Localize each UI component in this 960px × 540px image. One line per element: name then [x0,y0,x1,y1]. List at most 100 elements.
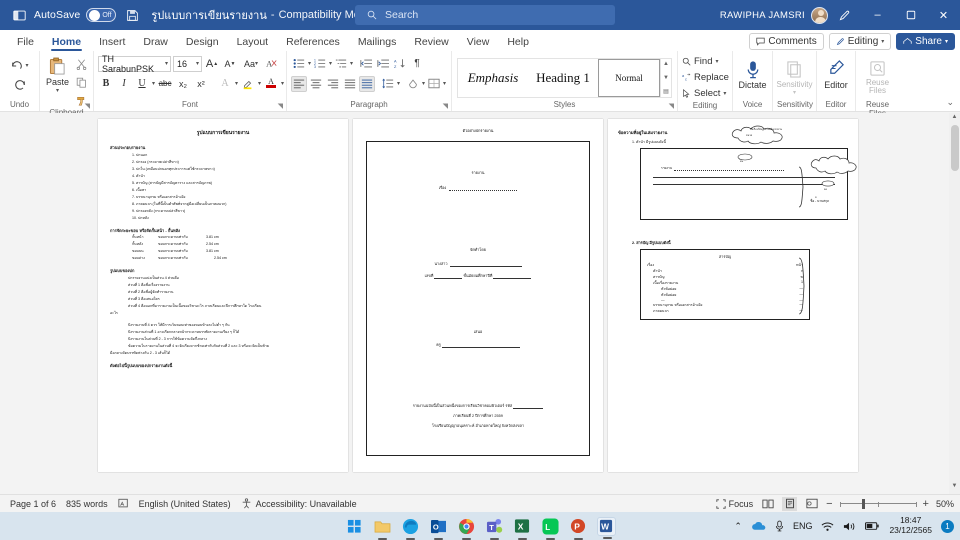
page-indicator[interactable]: Page 1 of 6 [10,499,56,509]
share-button[interactable]: Share ▾ [896,33,955,50]
microsoft-excel-icon[interactable]: X [513,517,532,540]
restore-button[interactable] [894,0,927,30]
chevron-down-icon[interactable]: ▾ [196,60,199,67]
minimize-button[interactable]: – [861,0,894,30]
zoom-in-button[interactable]: + [923,498,929,510]
zoom-slider[interactable] [839,498,917,510]
underline-button[interactable]: U [134,76,150,92]
font-name-combo[interactable]: TH SarabunPSK ▾ [98,54,171,74]
borders-button[interactable] [426,76,442,92]
show-formatting-marks-button[interactable]: ¶ [409,56,425,72]
start-button[interactable] [345,517,364,536]
redo-button[interactable] [13,75,27,92]
shading-button[interactable] [405,76,421,92]
chevron-down-icon[interactable]: ▾ [165,60,168,67]
tab-file[interactable]: File [8,34,43,51]
select-chevron-down-icon[interactable]: ▾ [723,90,726,97]
powerpoint-icon[interactable]: P [569,517,588,540]
tab-home[interactable]: Home [43,34,90,51]
line-spacing-button[interactable] [380,76,396,92]
highlight-chevron-down-icon[interactable]: ▾ [258,80,261,87]
change-case-button[interactable]: Aa ▾ [240,56,262,72]
styles-scroll[interactable]: ▲ ▼ ▤ [660,59,671,97]
multilevel-chevron-down-icon[interactable]: ▾ [350,60,353,67]
google-chrome-icon[interactable] [457,517,476,540]
web-layout-button[interactable] [804,497,819,511]
style-normal[interactable]: Normal [598,59,660,97]
document-page-3[interactable]: ข้อความที่อยู่ในเล่มรายงาน ชื่อเรื่องให้… [608,119,858,472]
subscript-button[interactable]: x₂ [175,76,191,92]
select-button[interactable]: Select ▾ [682,86,726,101]
microsoft-edge-icon[interactable] [401,517,420,540]
close-button[interactable]: ✕ [927,0,960,30]
multilevel-list-button[interactable] [333,56,349,72]
numbering-button[interactable]: 123 [312,56,328,72]
clipboard-dialog-launcher[interactable]: ◥ [85,102,90,110]
replace-button[interactable]: ac Replace [682,70,729,85]
italic-button[interactable]: I [116,76,132,92]
zoom-out-button[interactable]: − [826,498,832,510]
find-chevron-down-icon[interactable]: ▾ [715,58,718,65]
chevron-down-icon[interactable]: ▾ [56,87,59,94]
accessibility-indicator[interactable]: Accessibility: Unavailable [241,498,357,509]
tab-help[interactable]: Help [498,34,538,51]
styles-scroll-up-icon[interactable]: ▲ [663,61,669,67]
read-mode-button[interactable] [760,497,775,511]
tab-references[interactable]: References [277,34,349,51]
editing-mode-button[interactable]: Editing ▾ [828,33,892,50]
chevron-down-icon[interactable]: ▾ [25,62,28,69]
scroll-up-icon[interactable]: ▲ [950,114,959,124]
numbering-chevron-down-icon[interactable]: ▾ [329,60,332,67]
zoom-level[interactable]: 50% [936,499,954,509]
outlook-icon[interactable]: O [429,517,448,540]
strikethrough-button[interactable]: abc [157,76,173,92]
language-indicator[interactable]: English (United States) [139,499,231,509]
cut-button[interactable] [73,56,89,72]
volume-icon[interactable] [843,521,856,532]
tab-layout[interactable]: Layout [228,34,278,51]
scrollbar-thumb[interactable] [951,125,959,171]
battery-icon[interactable] [865,521,880,531]
tab-insert[interactable]: Insert [90,34,134,51]
microphone-icon[interactable] [775,520,784,532]
find-button[interactable]: Find ▾ [682,54,719,69]
align-left-button[interactable] [291,75,307,92]
document-canvas[interactable]: รูปแบบการเขียนรายงาน ส่วนประกอบรายงาน 1.… [0,113,960,494]
clock[interactable]: 18:47 23/12/2565 [889,515,932,536]
proofing-errors-icon[interactable] [118,498,129,509]
font-dialog-launcher[interactable]: ◥ [278,102,283,110]
style-emphasis[interactable]: Emphasis [458,59,528,97]
ribbon-display-options-button[interactable] [828,0,861,30]
tab-view[interactable]: View [458,34,499,51]
document-page-1[interactable]: รูปแบบการเขียนรายงาน ส่วนประกอบรายงาน 1.… [98,119,348,472]
superscript-button[interactable]: x² [193,76,209,92]
zoom-slider-handle[interactable] [862,498,866,509]
tab-mailings[interactable]: Mailings [349,34,406,51]
language-indicator[interactable]: ENG [793,521,813,531]
notification-badge[interactable]: 1 [941,519,954,533]
comments-button[interactable]: Comments [749,33,824,50]
copy-button[interactable] [73,74,89,90]
editor-button[interactable]: Editor [821,58,851,90]
shading-chevron-down-icon[interactable]: ▾ [422,80,425,87]
paste-button[interactable]: Paste ▾ [44,55,71,94]
clear-formatting-button[interactable]: A [264,56,280,72]
line-icon[interactable]: L [541,517,560,540]
vertical-scrollbar[interactable]: ▲ ▼ [949,113,960,494]
decrease-indent-button[interactable] [358,56,374,72]
distributed-button[interactable] [359,75,375,92]
document-page-2[interactable]: ตัวอย่างปกรายงาน รายงาน เรื่อง จัดทำโดย … [353,119,603,472]
paragraph-dialog-launcher[interactable]: ◥ [443,102,448,110]
font-color-chevron-down-icon[interactable]: ▾ [281,80,284,87]
tab-draw[interactable]: Draw [134,34,177,51]
autosave-toggle[interactable]: Off [86,8,117,22]
sort-button[interactable]: AZ [392,56,408,72]
file-explorer-icon[interactable] [373,517,392,540]
microsoft-word-icon[interactable]: W [596,516,616,539]
save-disk-icon[interactable] [126,9,139,22]
align-right-button[interactable] [325,76,341,92]
font-size-combo[interactable]: 16 ▾ [173,55,202,72]
style-heading-1[interactable]: Heading 1 [528,59,598,97]
search-input[interactable]: Search [385,9,418,21]
tab-design[interactable]: Design [177,34,228,51]
